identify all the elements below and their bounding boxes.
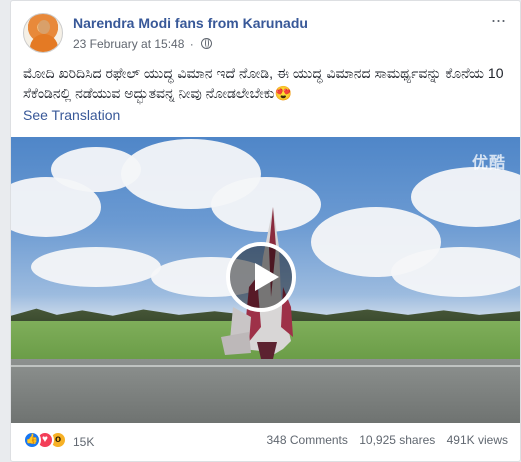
post-timestamp[interactable]: 23 February at 15:48: [73, 37, 184, 51]
comments-count-link[interactable]: 348 Comments: [267, 433, 348, 447]
video-player[interactable]: 优酷: [11, 137, 520, 423]
post-stats: 348 Comments 10,925 shares 491K views: [259, 433, 509, 447]
post-meta: 23 February at 15:48 ·: [73, 37, 213, 51]
play-button[interactable]: [226, 242, 296, 312]
video-watermark: 优酷: [471, 155, 506, 172]
reaction-count[interactable]: 15K: [73, 435, 94, 449]
shares-count-link[interactable]: 10,925 shares: [359, 433, 435, 447]
like-icon: 👍: [23, 431, 41, 449]
page-name-link[interactable]: Narendra Modi fans from Karunadu: [73, 15, 308, 31]
avatar-head: [38, 20, 50, 34]
more-options-icon[interactable]: ···: [488, 11, 508, 29]
avatar-robe: [30, 34, 58, 52]
page-avatar[interactable]: [23, 13, 63, 53]
meta-separator: ·: [189, 37, 194, 51]
post-text: ಮೋದಿ ಖರಿದಿಸಿದ ರಫೇಲ್ ಯುದ್ಧ ವಿಮಾನ ಇದೆ ನೋಡಿ…: [23, 65, 504, 101]
post-footer: 👍 ♥ o 15K 348 Comments 10,925 shares 491…: [23, 429, 508, 453]
see-translation-link[interactable]: See Translation: [23, 107, 120, 123]
views-count: 491K views: [446, 433, 508, 447]
globe-icon: [201, 38, 213, 49]
post-header: Narendra Modi fans from Karunadu 23 Febr…: [23, 11, 508, 55]
post-card: Narendra Modi fans from Karunadu 23 Febr…: [10, 0, 521, 462]
